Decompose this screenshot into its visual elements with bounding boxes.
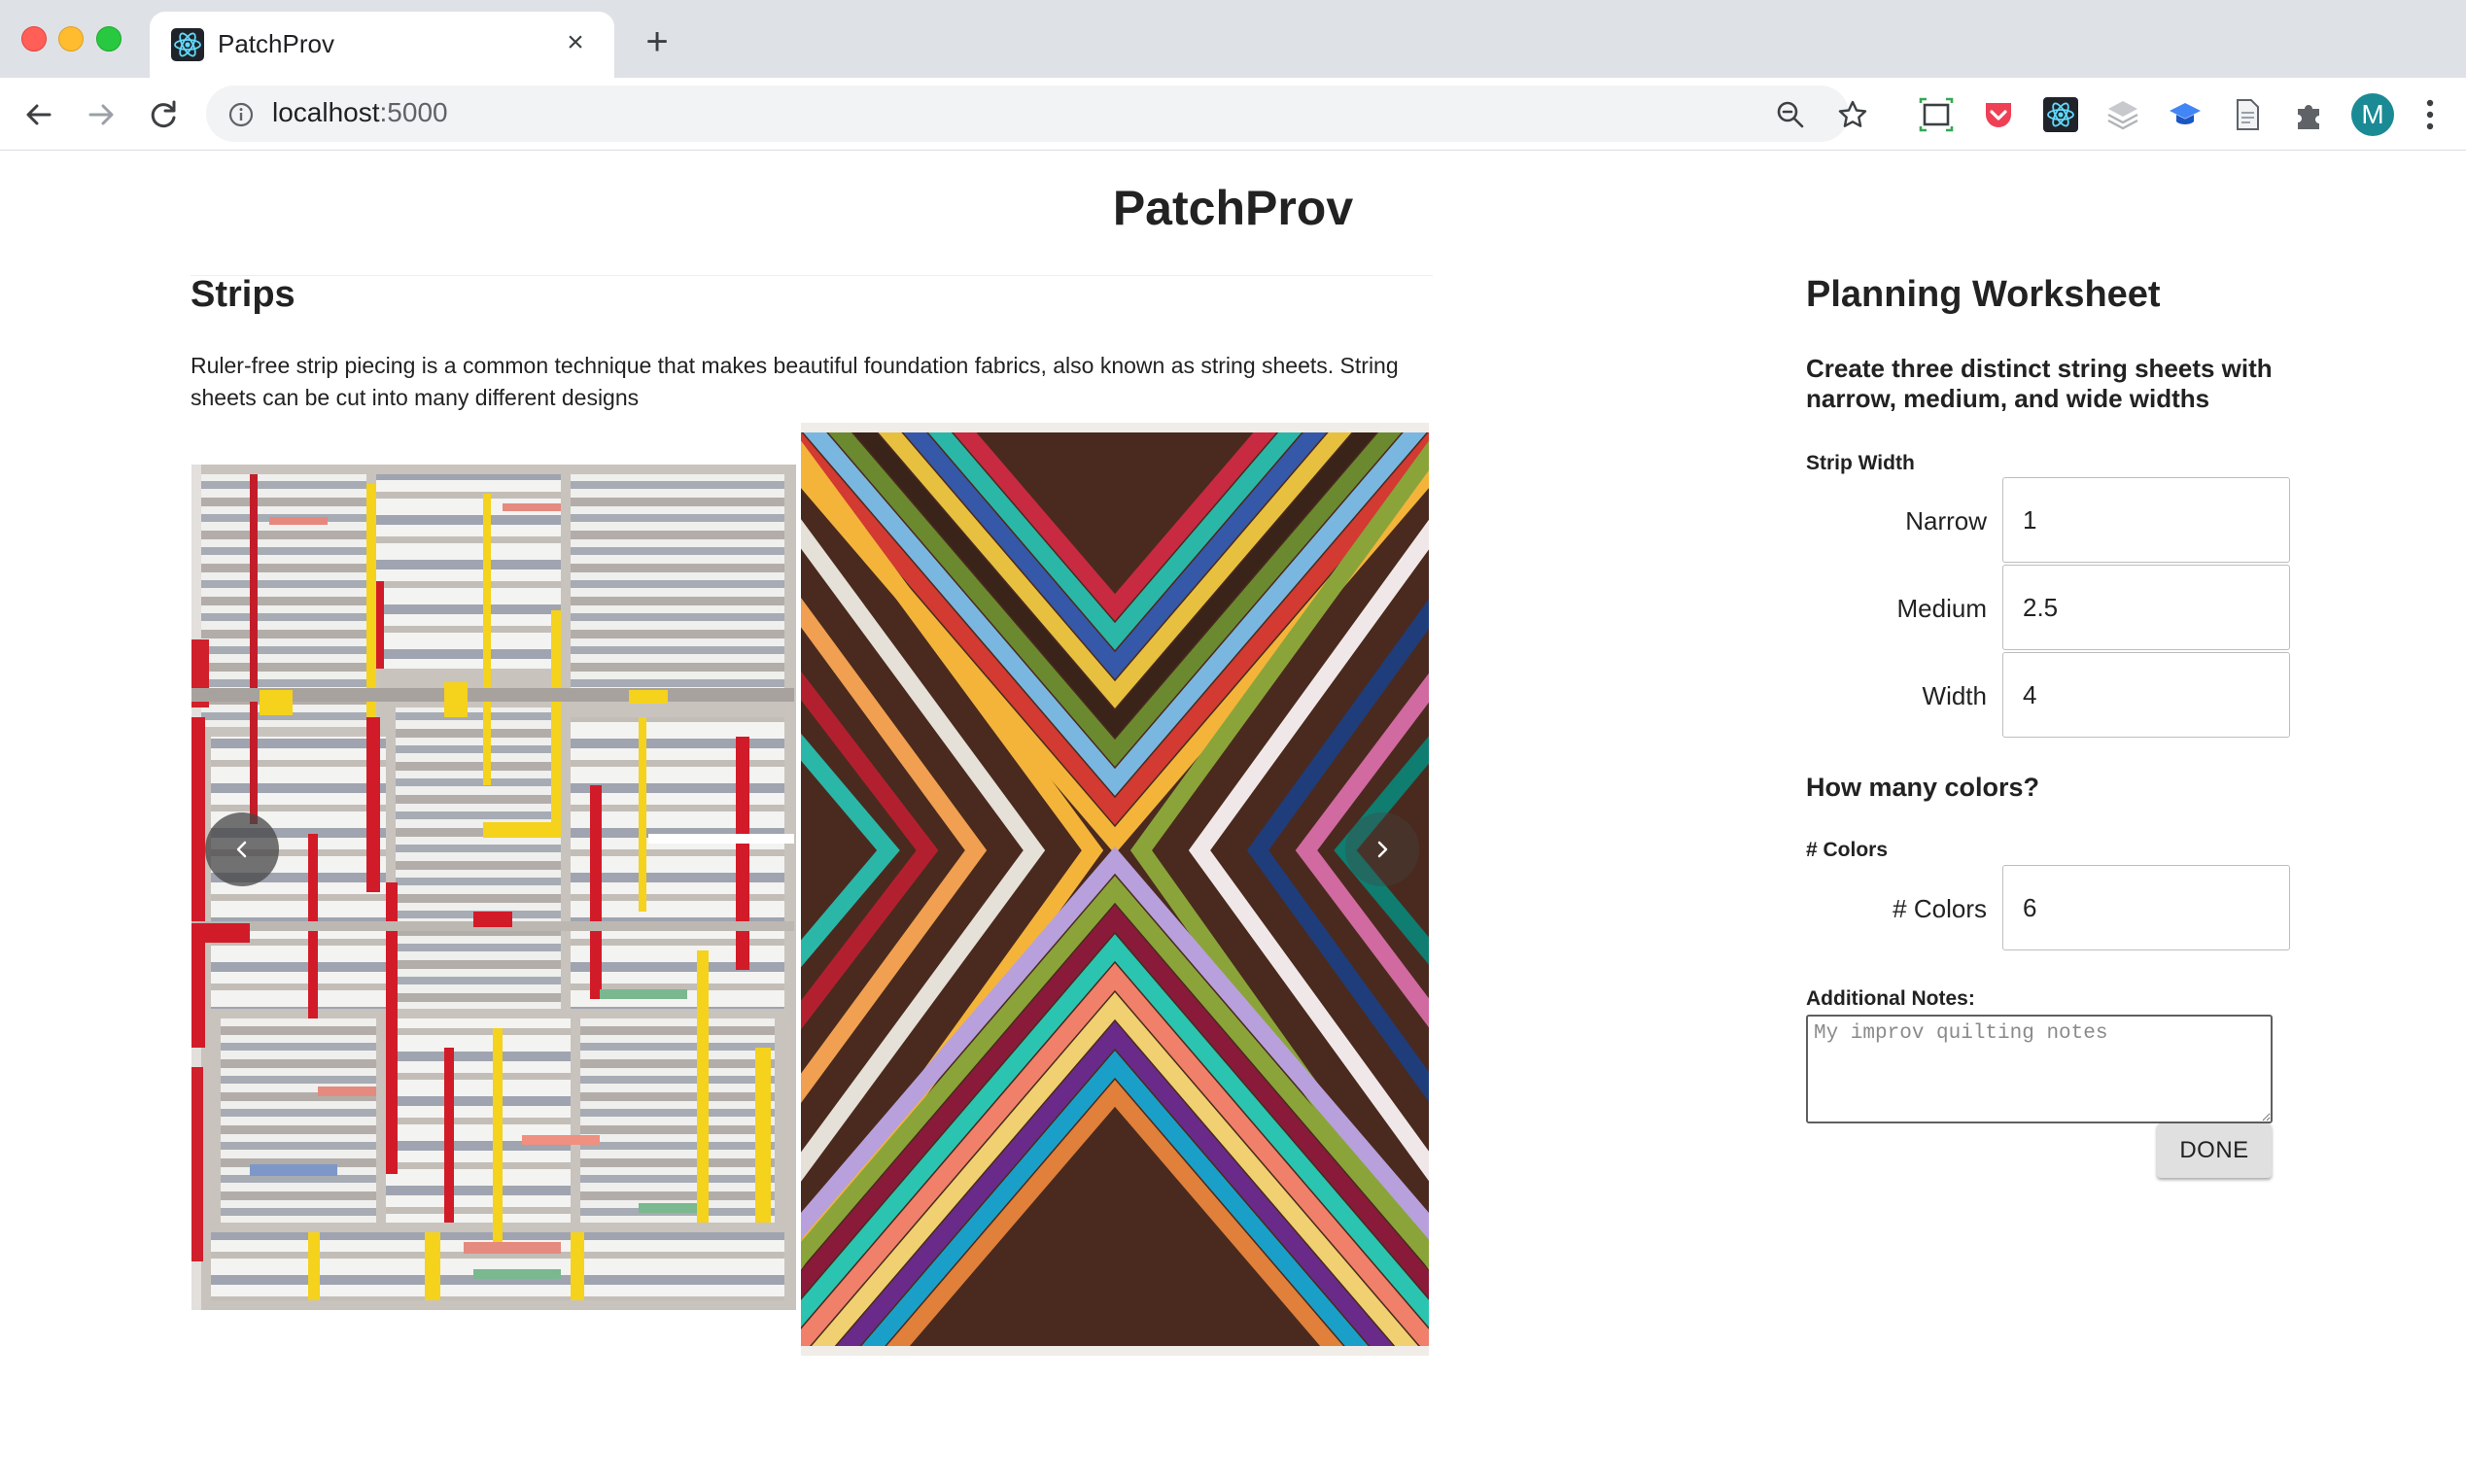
forward-arrow-icon[interactable]	[80, 93, 122, 136]
colors-label: # Colors	[1893, 894, 1987, 923]
pocket-icon[interactable]	[1981, 97, 2016, 132]
colors-heading: How many colors?	[1806, 773, 2040, 802]
address-bar[interactable]: localhost:5000	[206, 86, 1867, 142]
browser-tab-bar: PatchProv × +	[0, 0, 2466, 78]
notes-label: Additional Notes:	[1806, 987, 1975, 1010]
reload-icon[interactable]	[142, 93, 185, 136]
new-tab-button[interactable]: +	[638, 22, 677, 62]
done-button[interactable]: DONE	[2157, 1123, 2272, 1178]
graduation-cap-icon[interactable]	[2168, 97, 2203, 132]
chevron-right-icon	[1377, 841, 1388, 858]
more-menu-icon[interactable]	[2420, 95, 2440, 134]
colors-count-input[interactable]	[2002, 865, 2290, 950]
width-label: Width	[1922, 681, 1987, 710]
puzzle-icon[interactable]	[2292, 97, 2327, 132]
wide-width-input[interactable]	[2002, 652, 2290, 738]
back-arrow-icon[interactable]	[17, 93, 60, 136]
info-icon[interactable]	[227, 101, 255, 128]
colors-section-label: # Colors	[1806, 839, 1889, 861]
document-icon[interactable]	[2230, 97, 2265, 132]
tab-title: PatchProv	[218, 29, 334, 58]
layers-icon[interactable]	[2105, 97, 2140, 132]
url-host: localhost	[272, 97, 380, 127]
screen-capture-icon[interactable]	[1919, 97, 1954, 132]
url-port: :5000	[379, 97, 448, 127]
section-description: Ruler-free strip piecing is a common tec…	[191, 353, 1399, 410]
window-maximize-button[interactable]	[96, 26, 122, 52]
strip-quilt-image	[191, 465, 796, 1310]
medium-width-input[interactable]	[2002, 565, 2290, 650]
strip-quilt-illustration	[191, 465, 796, 1310]
medium-label: Medium	[1896, 594, 1987, 623]
narrow-label: Narrow	[1905, 506, 1987, 535]
browser-toolbar: localhost:5000 M	[0, 78, 2466, 151]
carousel-next-button[interactable]	[1345, 812, 1419, 886]
app-title: PatchProv	[1112, 181, 1354, 235]
section-divider	[191, 275, 1433, 276]
worksheet-title: Planning Worksheet	[1806, 274, 2161, 315]
chevron-quilt-image	[801, 423, 1429, 1356]
notes-textarea[interactable]	[1806, 1015, 2273, 1123]
bookmark-star-icon[interactable]	[1837, 99, 1868, 130]
react-favicon-icon	[171, 28, 204, 61]
strip-width-label: Strip Width	[1806, 452, 1915, 474]
zoom-icon[interactable]	[1775, 99, 1806, 130]
window-close-button[interactable]	[21, 26, 47, 52]
section-title: Strips	[191, 274, 295, 315]
chevron-left-icon	[236, 841, 247, 858]
window-minimize-button[interactable]	[58, 26, 84, 52]
tab-close-icon[interactable]: ×	[558, 25, 593, 60]
narrow-width-input[interactable]	[2002, 477, 2290, 563]
browser-tab[interactable]: PatchProv ×	[150, 12, 614, 78]
chevron-quilt-illustration	[801, 423, 1429, 1356]
carousel-prev-button[interactable]	[205, 812, 279, 886]
profile-avatar[interactable]: M	[2351, 93, 2394, 136]
react-devtools-icon[interactable]	[2043, 97, 2078, 132]
url-text[interactable]: localhost:5000	[272, 97, 448, 128]
worksheet-subtitle: Create three distinct string sheets with…	[1806, 354, 2273, 413]
